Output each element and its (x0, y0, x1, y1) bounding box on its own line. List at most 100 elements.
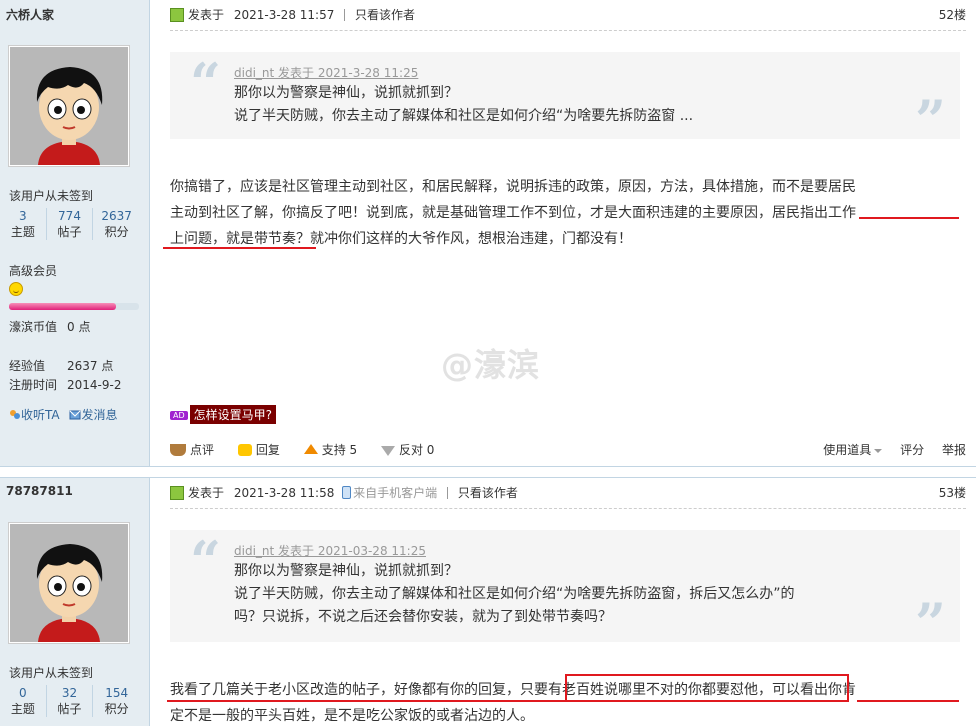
avatar[interactable] (8, 45, 130, 167)
default-avatar-image (10, 47, 128, 165)
quote-line: 说了半天防贼，你去主动了解媒体和社区是如何介绍“为啥要先拆防盗窗，拆后又怎么办”… (234, 586, 795, 602)
report-button[interactable]: 举报 (942, 443, 966, 457)
oppose-label: 反对 0 (398, 443, 435, 457)
quote-line: 吗？只说拆，不说之后还会替你安装，就为了到处带节奏吗？ (234, 609, 612, 625)
content-line: 主动到社区了解，你搞反了吧！说到底，就是基础管理工作不到位，才是大面积违建的主要… (170, 205, 856, 221)
mobile-client-label[interactable]: 来自手机客户端 (353, 486, 437, 500)
posted-time: 2021-3-28 11:58 (233, 486, 335, 500)
author-stats: 0 主题 32 帖子 154 积分 (0, 685, 140, 717)
posted-label: 发表于 (188, 8, 225, 22)
signin-status: 该用户从未签到 (9, 189, 94, 203)
author-name[interactable]: 78787811 (6, 484, 73, 498)
quote-author[interactable]: didi_nt 发表于 2021-3-28 11:25 (234, 64, 900, 82)
chevron-down-icon (874, 449, 883, 453)
red-underline (163, 247, 316, 249)
thumb-up-icon (303, 444, 318, 454)
stat-value: 154 (105, 686, 129, 700)
posted-label: 发表于 (188, 486, 225, 500)
support-button[interactable]: 支持 5 (303, 443, 367, 457)
watermark: @濠滨 (441, 346, 541, 384)
post-separator (0, 466, 976, 478)
mobile-phone-icon (342, 486, 352, 499)
stat-value: 0 (19, 686, 27, 700)
content-line: 定不是一般的平头百姓，是不是吃公家饭的或者沾边的人。 (170, 708, 534, 724)
stat-threads[interactable]: 3 主题 (0, 208, 47, 240)
stat-value: 774 (58, 209, 81, 223)
only-author-link[interactable]: 只看该作者 (355, 8, 415, 22)
stat-label: 帖子 (57, 702, 82, 716)
oppose-button[interactable]: 反对 0 (380, 443, 444, 457)
ad-line: AD 怎样设置马甲? (170, 405, 277, 424)
rank-progress-fill (9, 303, 116, 310)
stat-posts[interactable]: 774 帖子 (47, 208, 94, 240)
only-author-link[interactable]: 只看该作者 (458, 486, 518, 500)
rate-label: 点评 (190, 443, 215, 457)
support-label: 支持 5 (321, 443, 358, 457)
quote-line: 那你以为警察是神仙，说抓就抓到？ (234, 85, 458, 101)
online-status-icon (170, 8, 184, 22)
reg-label: 注册时间 (9, 378, 58, 392)
reply-icon (237, 444, 252, 456)
online-status-icon (170, 486, 184, 500)
close-quote-icon: ” (914, 88, 946, 152)
stat-label: 主题 (10, 225, 35, 239)
red-highlight-box (565, 674, 849, 702)
avatar[interactable] (8, 522, 130, 644)
quote-author[interactable]: didi_nt 发表于 2021-03-28 11:25 (234, 542, 900, 560)
exp-value: 2637 点 (67, 359, 114, 373)
floor-number[interactable]: 52楼 (939, 7, 966, 23)
rate-button[interactable]: 点评 (170, 443, 224, 457)
close-quote-icon: ” (914, 591, 946, 655)
send-message-button[interactable]: 发消息 (81, 408, 117, 422)
post-operations: 点评 回复 支持 5 反对 0 使用道具 评分 举报 (170, 440, 966, 460)
follow-button[interactable]: 收听TA (21, 408, 60, 422)
stat-label: 积分 (104, 702, 129, 716)
quote-line: 那你以为警察是神仙，说抓就抓到？ (234, 563, 458, 579)
smiley-rank-icon (9, 282, 23, 296)
author-stats: 3 主题 774 帖子 2637 积分 (0, 208, 140, 240)
author-sidebar: 78787811 该用户从未签到 0 主题 32 帖子 154 积分 (0, 478, 150, 726)
follow-icon (10, 410, 20, 419)
author-sidebar: 六桥人家 该用户从未签到 3 主题 774 帖子 2637 积分 高级会员 濠滨… (0, 0, 150, 466)
author-actions: 收听TA 发消息 (9, 406, 123, 423)
open-quote-icon: “ (190, 529, 222, 593)
divider (447, 487, 449, 499)
post-52: 六桥人家 该用户从未签到 3 主题 774 帖子 2637 积分 高级会员 濠滨… (0, 0, 976, 466)
quote-line: 说了半天防贼，你去主动了解媒体和社区是如何介绍“为啥要先拆防盗窗 ... (234, 108, 694, 124)
posted-time: 2021-3-28 11:57 (233, 8, 335, 22)
reply-button[interactable]: 回复 (237, 443, 290, 457)
stat-value: 2637 (101, 209, 132, 223)
stat-posts[interactable]: 32 帖子 (47, 685, 94, 717)
hk-value-label: 濠滨币值 (9, 320, 58, 334)
stat-label: 帖子 (57, 225, 82, 239)
post-info-bar: 发表于 2021-3-28 11:57 只看该作者 52楼 (170, 7, 966, 25)
stat-points[interactable]: 2637 积分 (93, 208, 140, 240)
signin-status: 该用户从未签到 (9, 666, 94, 680)
thumb-down-icon (380, 446, 395, 456)
stat-label: 主题 (10, 702, 35, 716)
ad-link[interactable]: 怎样设置马甲? (189, 405, 277, 424)
stat-value: 32 (61, 686, 78, 700)
tools-label: 使用道具 (823, 443, 872, 457)
hk-value: 0 点 (67, 320, 91, 334)
rank-progress-bar (9, 303, 139, 310)
divider (344, 9, 346, 21)
stat-points[interactable]: 154 积分 (93, 685, 140, 717)
score-button[interactable]: 评分 (900, 443, 924, 457)
stat-value: 3 (19, 209, 27, 223)
reg-row: 注册时间 2014-9-2 (9, 376, 121, 393)
post-content: 你搞错了，应该是社区管理主动到社区，和居民解释，说明拆违的政策，原因，方法，具体… (170, 174, 960, 252)
dashed-divider (170, 508, 966, 509)
stat-threads[interactable]: 0 主题 (0, 685, 47, 717)
use-tools-menu[interactable]: 使用道具 (809, 443, 883, 457)
exp-row: 经验值 2637 点 (9, 357, 113, 374)
message-icon (69, 410, 81, 420)
reg-value: 2014-9-2 (67, 378, 122, 392)
stat-label: 积分 (104, 225, 129, 239)
author-name[interactable]: 六桥人家 (6, 6, 54, 23)
quote-block: “ didi_nt 发表于 2021-03-28 11:25 那你以为警察是神仙… (170, 529, 960, 650)
content-line: 你搞错了，应该是社区管理主动到社区，和居民解释，说明拆违的政策，原因，方法，具体… (170, 179, 856, 195)
floor-number[interactable]: 53楼 (939, 485, 966, 501)
exp-label: 经验值 (9, 359, 46, 373)
user-rank: 高级会员 (9, 264, 58, 278)
